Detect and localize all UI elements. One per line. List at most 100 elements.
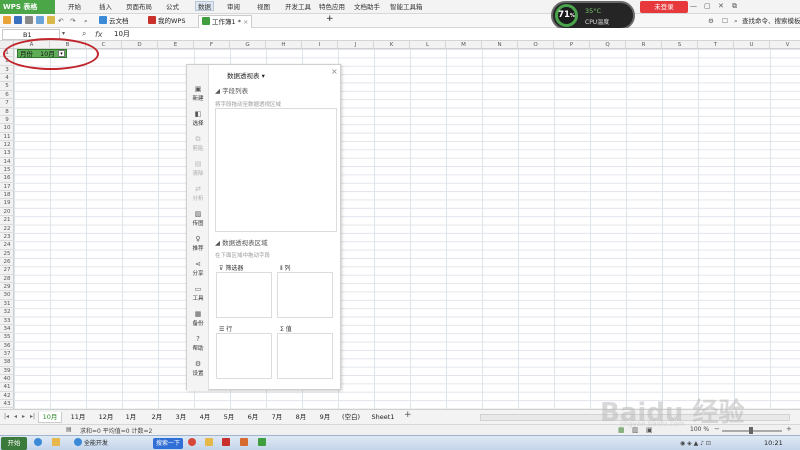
skin-icon[interactable]: ☐ [722, 16, 728, 26]
column-header[interactable]: F [194, 41, 230, 49]
row-header[interactable]: 29 [0, 283, 14, 292]
row-header[interactable]: 43 [0, 400, 14, 409]
column-header[interactable]: J [338, 41, 374, 49]
column-header[interactable]: T [698, 41, 734, 49]
sheet-tab[interactable]: 8月 [290, 412, 312, 423]
row-header[interactable]: 19 [0, 199, 14, 208]
field-list-box[interactable] [215, 108, 337, 232]
menu-8[interactable]: 特色应用 [319, 2, 345, 12]
pivot-nav-bulb[interactable]: ♀ 推荐 [187, 235, 209, 252]
menu-4[interactable]: 数据 [195, 1, 214, 11]
row-header[interactable]: 14 [0, 158, 14, 167]
wps-app-menu-button[interactable]: WPS 表格 [0, 0, 55, 14]
row-header[interactable]: 25 [0, 250, 14, 258]
undo-icon[interactable]: ↶ [58, 16, 63, 26]
row-header[interactable]: 7 [0, 99, 14, 108]
row-header[interactable]: 40 [0, 375, 14, 384]
row-header[interactable]: 32 [0, 308, 14, 317]
row-header[interactable]: 39 [0, 367, 14, 376]
sheet-tab[interactable]: 6月 [242, 412, 264, 423]
column-header[interactable]: N [482, 41, 518, 49]
filter-drop-area[interactable] [216, 272, 272, 318]
preview-icon[interactable] [36, 16, 44, 26]
formula-input[interactable]: 10月 [114, 28, 130, 41]
sheet-tab[interactable]: 2月 [146, 412, 168, 423]
redo-icon[interactable]: ↷ [70, 16, 75, 26]
row-header[interactable]: 34 [0, 325, 14, 334]
column-header[interactable]: D [122, 41, 158, 49]
menu-10[interactable]: 智能工具箱 [390, 2, 423, 12]
menu-3[interactable]: 公式 [166, 2, 179, 12]
column-header[interactable]: R [626, 41, 662, 49]
menu-2[interactable]: 页面布局 [126, 2, 152, 12]
pivot-nav-backup[interactable]: ▦ 备份 [187, 310, 209, 327]
doc-tab-1[interactable]: 我的WPS [145, 15, 188, 28]
value-drop-area[interactable] [277, 333, 333, 379]
column-header[interactable]: K [374, 41, 410, 49]
row-header[interactable]: 36 [0, 342, 14, 350]
maximize-icon[interactable]: ▢ [704, 2, 711, 10]
taskbar-wps-sheet-icon[interactable] [258, 438, 266, 449]
close-tab-icon[interactable]: × [241, 18, 248, 26]
row-header[interactable]: 6 [0, 91, 14, 100]
column-header[interactable]: P [554, 41, 590, 49]
row-header[interactable]: 5 [0, 82, 14, 91]
row-header[interactable]: 21 [0, 216, 14, 225]
menu-0[interactable]: 开始 [68, 2, 81, 12]
sheet-tab[interactable]: 10月 [38, 412, 62, 423]
row-header[interactable]: 11 [0, 133, 14, 141]
taskbar-app-1[interactable]: 全能开发 [74, 438, 108, 449]
pivot-nav-help[interactable]: ? 帮助 [187, 335, 209, 352]
row-header[interactable]: 12 [0, 141, 14, 150]
pane-close-icon[interactable]: × [331, 67, 338, 76]
first-sheet-icon[interactable]: |◂ [4, 413, 9, 420]
name-box-dropdown-icon[interactable]: ▾ [62, 30, 65, 37]
row-header[interactable]: 17 [0, 183, 14, 192]
sheet-tab[interactable]: 7月 [266, 412, 288, 423]
open-folder-icon[interactable] [3, 16, 11, 26]
sheet-tab[interactable]: 4月 [194, 412, 216, 423]
field-list-header[interactable]: ◢ 字段列表 [215, 85, 248, 95]
restore-icon[interactable]: ⧉ [732, 2, 737, 11]
format-painter-icon[interactable] [47, 16, 55, 26]
row-header[interactable]: 10 [0, 124, 14, 133]
row-header[interactable]: 42 [0, 392, 14, 401]
menu-9[interactable]: 文档助手 [354, 2, 380, 12]
new-tab-icon[interactable]: + [326, 14, 334, 24]
zoom-icon[interactable]: ⌕ [82, 29, 86, 39]
taskbar-search-button[interactable]: 搜索一下 [153, 438, 184, 449]
tray-icons[interactable]: ◉ ◈ ▲ ♪ ⊡ [680, 438, 711, 449]
sheet-tab[interactable]: 11月 [66, 412, 90, 423]
row-header[interactable]: 8 [0, 108, 14, 116]
prev-sheet-icon[interactable]: ◂ [14, 413, 17, 420]
row-header[interactable]: 26 [0, 258, 14, 267]
row-header[interactable]: 4 [0, 74, 14, 83]
row-header[interactable]: 16 [0, 174, 14, 183]
pivot-nav-settings[interactable]: ⚙ 设置 [187, 360, 209, 377]
pivot-pane-title[interactable]: 数据透视表 ▾ [227, 70, 265, 80]
pivot-nav-select[interactable]: ◧ 选择 [187, 110, 209, 127]
cell-grid[interactable] [14, 49, 800, 409]
last-sheet-icon[interactable]: ▸| [30, 413, 35, 420]
start-button[interactable]: 开始 [1, 437, 27, 450]
column-header[interactable]: Q [590, 41, 626, 49]
doc-tab-2[interactable]: 工作簿1 * × [198, 15, 253, 28]
sheet-tab[interactable]: (空白) [338, 412, 364, 423]
column-header[interactable]: S [662, 41, 698, 49]
row-header[interactable]: 18 [0, 191, 14, 200]
taskbar-chrome-icon[interactable] [188, 438, 196, 449]
row-header[interactable]: 24 [0, 241, 14, 250]
row-header[interactable]: 28 [0, 275, 14, 284]
column-header[interactable]: L [410, 41, 446, 49]
explorer-icon[interactable] [52, 438, 60, 449]
sheet-tab[interactable]: 1月 [120, 412, 142, 423]
row-header[interactable]: 41 [0, 383, 14, 392]
row-header[interactable]: 23 [0, 233, 14, 242]
column-header[interactable]: V [770, 41, 800, 49]
insert-function-button[interactable]: fx [95, 28, 103, 41]
cpu-monitor-widget[interactable]: 71% 35°C CPU温度 [551, 1, 635, 30]
menu-7[interactable]: 开发工具 [285, 2, 311, 12]
menu-5[interactable]: 审阅 [227, 2, 240, 12]
column-header[interactable]: G [230, 41, 266, 49]
menu-6[interactable]: 视图 [257, 2, 270, 12]
